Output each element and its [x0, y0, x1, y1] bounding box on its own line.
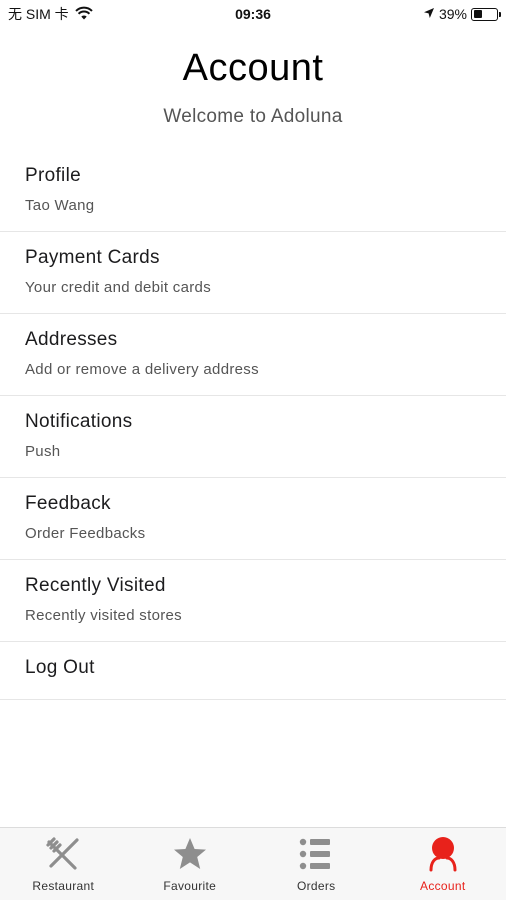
menu-item-addresses[interactable]: Addresses Add or remove a delivery addre…: [0, 314, 506, 396]
fork-knife-icon: [45, 836, 81, 872]
battery-icon: [471, 7, 501, 21]
tab-favourite[interactable]: Favourite: [127, 828, 254, 900]
person-icon: [425, 836, 461, 872]
menu-item-subtitle: Tao Wang: [25, 197, 95, 214]
tab-account[interactable]: Account: [380, 828, 506, 900]
account-menu: Profile Tao Wang Payment Cards Your cred…: [0, 150, 506, 700]
menu-item-feedback[interactable]: Feedback Order Feedbacks: [0, 478, 506, 560]
menu-item-subtitle: Your credit and debit cards: [25, 279, 211, 296]
tab-restaurant[interactable]: Restaurant: [0, 828, 127, 900]
page-header: Account Welcome to Adoluna: [0, 44, 506, 128]
status-bar: 无 SIM 卡 09:36 39%: [0, 0, 506, 28]
menu-item-title: Notifications: [25, 411, 133, 432]
tab-label: Account: [420, 879, 466, 893]
menu-item-profile[interactable]: Profile Tao Wang: [0, 150, 506, 232]
tab-orders[interactable]: Orders: [253, 828, 380, 900]
status-left: 无 SIM 卡: [8, 4, 93, 24]
menu-item-log-out[interactable]: Log Out: [0, 642, 506, 700]
menu-item-subtitle: Recently visited stores: [25, 607, 182, 624]
battery-percent: 39%: [438, 6, 467, 22]
tab-bar: Restaurant Favourite Orders Account: [0, 827, 506, 900]
menu-item-title: Feedback: [25, 493, 111, 514]
wifi-icon: [74, 6, 93, 23]
page-subtitle: Welcome to Adoluna: [163, 106, 343, 127]
menu-item-subtitle: Order Feedbacks: [25, 525, 146, 542]
menu-item-title: Log Out: [25, 657, 95, 678]
menu-item-title: Addresses: [25, 329, 118, 350]
menu-item-subtitle: Add or remove a delivery address: [25, 361, 259, 378]
menu-item-payment-cards[interactable]: Payment Cards Your credit and debit card…: [0, 232, 506, 314]
menu-item-recently-visited[interactable]: Recently Visited Recently visited stores: [0, 560, 506, 642]
tab-label: Restaurant: [32, 879, 95, 893]
menu-item-title: Recently Visited: [25, 575, 166, 596]
menu-item-notifications[interactable]: Notifications Push: [0, 396, 506, 478]
location-arrow-icon: [423, 6, 435, 22]
star-icon: [172, 836, 208, 872]
list-icon: [298, 836, 334, 872]
menu-item-title: Profile: [25, 165, 81, 186]
battery-fill: [473, 10, 483, 18]
carrier-label: 无 SIM 卡: [8, 6, 69, 22]
tab-label: Orders: [297, 879, 336, 893]
menu-item-title: Payment Cards: [25, 247, 160, 268]
menu-item-subtitle: Push: [25, 443, 61, 460]
status-right: 39%: [423, 6, 501, 22]
page-title: Account: [182, 47, 324, 89]
tab-label: Favourite: [163, 879, 217, 893]
